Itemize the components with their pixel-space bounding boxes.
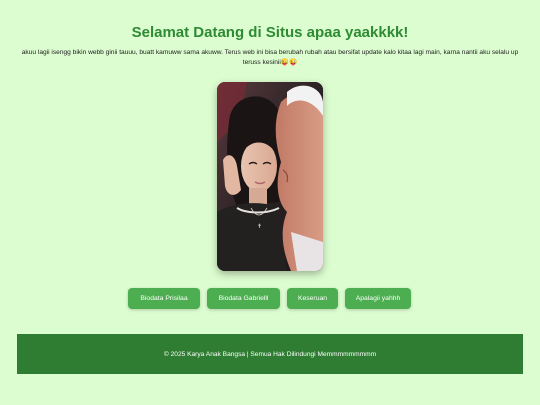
page-title: Selamat Datang di Situs apaa yaakkkk! xyxy=(131,24,409,41)
footer-copyright: © 2025 Karya Anak Bangsa | Semua Hak Dil… xyxy=(163,350,377,358)
biodata-prisilaa-button[interactable]: Biodata Prisilaa xyxy=(128,288,200,309)
keseruan-button[interactable]: Keseruan xyxy=(287,288,338,309)
nav-button-row: Biodata Prisilaa Biodata Gabrielll Keser… xyxy=(0,288,540,309)
biodata-gabrielll-button[interactable]: Biodata Gabrielll xyxy=(207,288,280,309)
photo-illustration: ✝ xyxy=(217,82,323,271)
intro-text: akuu lagii isengg bikin webb ginii tauuu… xyxy=(21,49,519,66)
svg-text:✝: ✝ xyxy=(257,223,262,230)
portrait-photo: ✝ xyxy=(217,82,323,271)
footer: © 2025 Karya Anak Bangsa | Semua Hak Dil… xyxy=(17,334,523,374)
apalagii-yahhh-button[interactable]: Apalagii yahhh xyxy=(345,288,411,309)
